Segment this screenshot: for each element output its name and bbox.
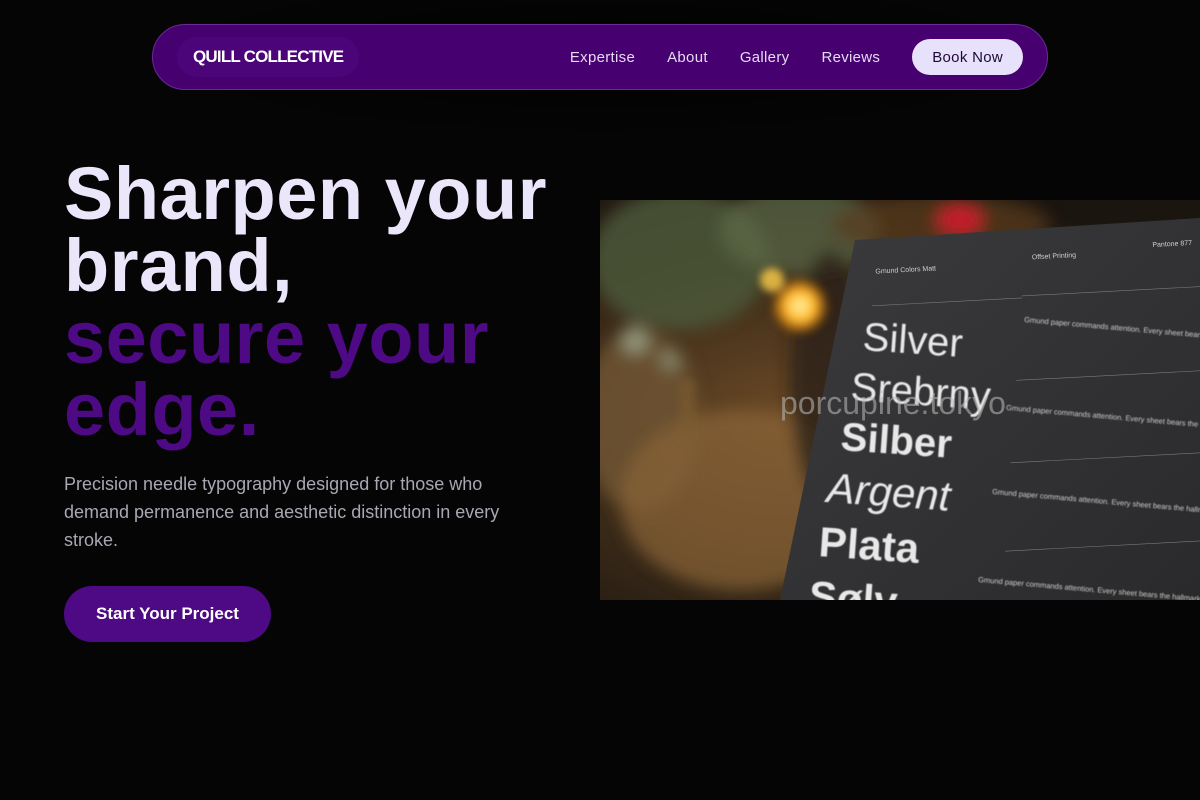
book-now-button[interactable]: Book Now xyxy=(912,39,1023,75)
headline-line-1: Sharpen your xyxy=(64,152,547,235)
nav-link-expertise[interactable]: Expertise xyxy=(570,49,635,66)
nav-link-reviews[interactable]: Reviews xyxy=(821,49,880,66)
start-project-button[interactable]: Start Your Project xyxy=(64,586,271,642)
word-plata: Plata xyxy=(817,518,921,572)
nav-link-about[interactable]: About xyxy=(667,49,708,66)
headline-line-4: edge. xyxy=(64,368,260,451)
top-navigation: QUILL COLLECTIVE Expertise About Gallery… xyxy=(152,24,1048,90)
word-argent: Argent xyxy=(822,464,954,520)
word-silber: Silber xyxy=(839,415,953,467)
nav-links: Expertise About Gallery Reviews xyxy=(570,49,880,66)
hero-subtext: Precision needle typography designed for… xyxy=(64,474,500,550)
headline-line-3: secure your xyxy=(64,296,490,379)
hero-photo: Gmund Colors Matt Offset Printing Panton… xyxy=(600,200,1200,600)
page: QUILL COLLECTIVE Expertise About Gallery… xyxy=(0,0,1200,800)
brand-logo[interactable]: QUILL COLLECTIVE xyxy=(177,37,360,77)
watermark: porcupine.tokyo xyxy=(780,385,1006,421)
headline-line-2: brand, xyxy=(64,224,294,307)
hero-headline: Sharpen your brand, secure your edge. xyxy=(64,152,584,451)
word-silver: Silver xyxy=(861,315,964,366)
nav-link-gallery[interactable]: Gallery xyxy=(740,49,790,66)
